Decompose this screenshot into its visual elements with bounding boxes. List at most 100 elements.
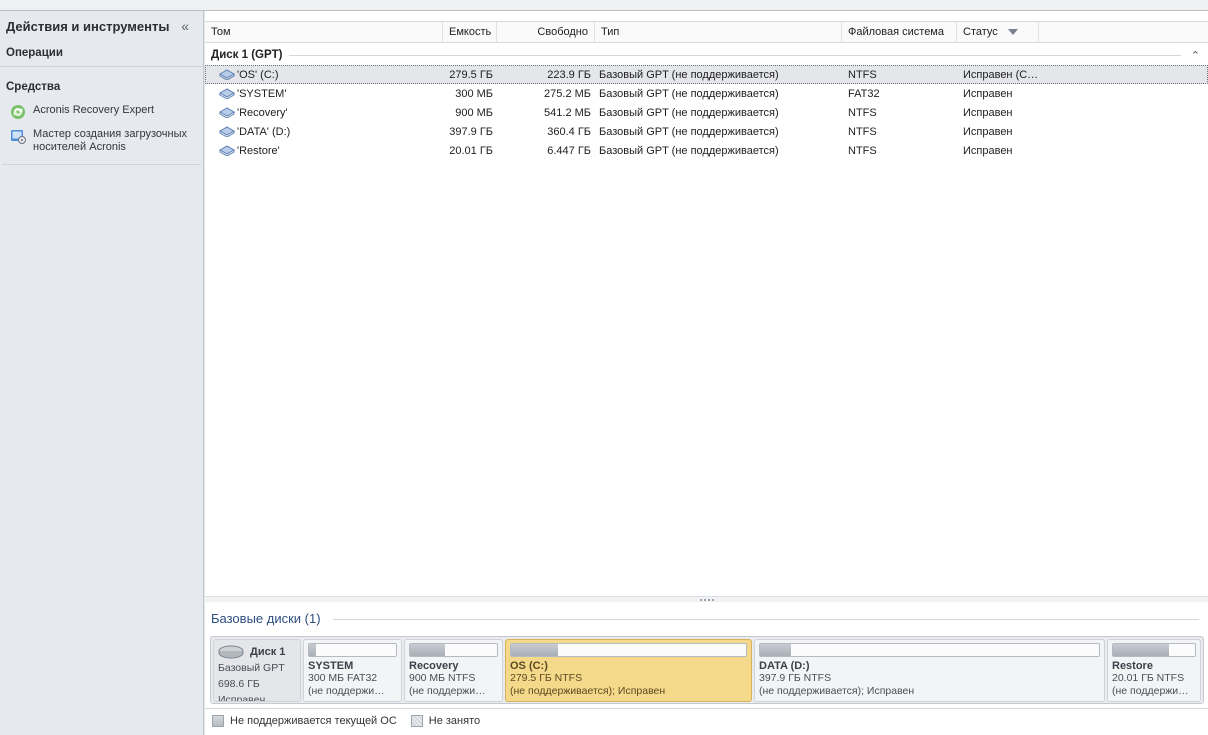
collapse-group-icon[interactable]: ⌃ xyxy=(1191,49,1200,62)
partition-tile-os[interactable]: OS (C:) 279.5 ГБ NTFS (не поддерживается… xyxy=(505,639,752,702)
main-pane: Том Емкость Свободно Тип Файловая систем… xyxy=(205,11,1208,735)
capacity-cell: 300 МБ xyxy=(455,87,493,100)
volume-icon xyxy=(219,88,235,99)
disk-status: Исправен xyxy=(218,694,266,702)
type-cell: Базовый GPT (не поддерживается) xyxy=(599,87,779,100)
capacity-cell: 397.9 ГБ xyxy=(449,125,493,138)
unsupported-swatch-icon xyxy=(212,714,224,727)
partition-status: (не поддержи… xyxy=(409,685,486,697)
free-cell: 541.2 МБ xyxy=(544,106,591,119)
volume-name: 'Restore' xyxy=(237,144,280,157)
column-header-free[interactable]: Свободно xyxy=(497,22,595,43)
status-cell: Исправен xyxy=(963,106,1013,119)
partition-usage-bar xyxy=(759,643,1100,657)
partition-status: (не поддерживается); Исправен xyxy=(759,685,915,697)
table-row[interactable]: 'Recovery' 900 МБ 541.2 МБ Базовый GPT (… xyxy=(205,103,1208,122)
filesystem-cell: NTFS xyxy=(848,106,877,119)
volume-name: 'DATA' (D:) xyxy=(237,125,291,138)
partition-usage-fill xyxy=(760,644,791,656)
partition-usage-bar xyxy=(510,643,747,657)
sidebar-item-bootable-media[interactable]: Мастер создания загрузочных носителей Ac… xyxy=(0,124,203,158)
free-cell: 223.9 ГБ xyxy=(547,68,591,81)
actions-sidebar: Действия и инструменты « Операции Средст… xyxy=(0,11,204,735)
partition-size-fs: 900 МБ NTFS xyxy=(409,672,476,684)
filesystem-cell: NTFS xyxy=(848,68,877,81)
column-header-capacity[interactable]: Емкость xyxy=(443,22,497,43)
volume-cell: 'DATA' (D:) xyxy=(205,126,443,138)
partition-size-fs: 20.01 ГБ NTFS xyxy=(1112,672,1185,684)
volume-icon xyxy=(219,145,235,156)
capacity-cell: 900 МБ xyxy=(455,106,493,119)
disk-name: Диск 1 xyxy=(250,646,286,658)
status-cell: Исправен xyxy=(963,125,1013,138)
partition-usage-fill xyxy=(1113,644,1169,656)
table-row[interactable]: 'SYSTEM' 300 МБ 275.2 МБ Базовый GPT (не… xyxy=(205,84,1208,103)
partition-name: Recovery xyxy=(409,660,459,672)
filesystem-cell: NTFS xyxy=(848,125,877,138)
volume-cell: 'Recovery' xyxy=(205,107,443,119)
partition-usage-fill xyxy=(410,644,445,656)
partition-usage-bar xyxy=(308,643,397,657)
partition-usage-fill xyxy=(309,644,316,656)
status-cell: Исправен (С… xyxy=(963,68,1039,81)
disk-1-tile[interactable]: Диск 1 Базовый GPT 698.6 ГБ Исправен xyxy=(213,639,301,702)
partition-tile-restore[interactable]: Restore 20.01 ГБ NTFS (не поддержи… xyxy=(1107,639,1201,702)
partition-status: (не поддержи… xyxy=(308,685,385,697)
partition-tile-data[interactable]: DATA (D:) 397.9 ГБ NTFS (не поддерживает… xyxy=(754,639,1105,702)
hard-disk-icon xyxy=(218,645,244,659)
column-header-filesystem[interactable]: Файловая система xyxy=(842,22,957,43)
free-cell: 6.447 ГБ xyxy=(547,144,591,157)
sidebar-title: Действия и инструменты xyxy=(6,18,170,34)
column-header-status[interactable]: Статус xyxy=(957,22,1039,43)
status-cell: Исправен xyxy=(963,87,1013,100)
free-space-swatch-icon xyxy=(410,714,423,727)
volume-cell: 'SYSTEM' xyxy=(205,88,443,100)
volume-icon xyxy=(219,107,235,118)
capacity-cell: 20.01 ГБ xyxy=(449,144,493,157)
disk-group-header[interactable]: Диск 1 (GPT) ⌃ xyxy=(205,46,1208,64)
column-header-status-label: Статус xyxy=(963,26,998,38)
type-cell: Базовый GPT (не поддерживается) xyxy=(599,68,779,81)
partition-status: (не поддерживается); Исправен xyxy=(510,685,666,697)
basic-disks-title: Базовые диски (1) xyxy=(211,611,321,626)
sidebar-divider xyxy=(2,164,201,165)
column-header-volume[interactable]: Том xyxy=(205,22,443,43)
partition-name: OS (C:) xyxy=(510,660,548,672)
filesystem-cell: NTFS xyxy=(848,144,877,157)
partition-tile-system[interactable]: SYSTEM 300 МБ FAT32 (не поддержи… xyxy=(303,639,402,702)
partition-name: Restore xyxy=(1112,660,1153,672)
legend-free: Не занято xyxy=(410,714,480,727)
filesystem-cell: FAT32 xyxy=(848,87,880,100)
partition-name: SYSTEM xyxy=(308,660,354,672)
legend-unsupported-label: Не поддерживается текущей ОС xyxy=(230,714,397,727)
pane-splitter[interactable] xyxy=(205,596,1208,602)
table-row[interactable]: 'Restore' 20.01 ГБ 6.447 ГБ Базовый GPT … xyxy=(205,141,1208,160)
partition-tile-recovery[interactable]: Recovery 900 МБ NTFS (не поддержи… xyxy=(404,639,503,702)
disk-type: Базовый GPT xyxy=(218,662,285,674)
sidebar-item-recovery-expert[interactable]: Acronis Recovery Expert xyxy=(0,100,203,124)
column-header-type[interactable]: Тип xyxy=(595,22,842,43)
top-strip xyxy=(0,0,1208,11)
group-divider xyxy=(288,54,1181,56)
volume-list: 'OS' (C:) 279.5 ГБ 223.9 ГБ Базовый GPT … xyxy=(205,65,1208,160)
type-cell: Базовый GPT (не поддерживается) xyxy=(599,106,779,119)
section-operations[interactable]: Операции xyxy=(0,41,203,67)
partition-size-fs: 300 МБ FAT32 xyxy=(308,672,378,684)
volume-icon xyxy=(219,126,235,137)
splitter-grip-icon xyxy=(699,598,714,601)
recovery-expert-icon xyxy=(11,105,25,119)
table-row[interactable]: 'DATA' (D:) 397.9 ГБ 360.4 ГБ Базовый GP… xyxy=(205,122,1208,141)
volume-name: 'SYSTEM' xyxy=(237,87,287,100)
section-tools[interactable]: Средства xyxy=(0,75,203,100)
free-cell: 275.2 МБ xyxy=(544,87,591,100)
disk-tile-header: Диск 1 xyxy=(218,645,296,659)
table-row[interactable]: 'OS' (C:) 279.5 ГБ 223.9 ГБ Базовый GPT … xyxy=(205,65,1208,84)
sidebar-item-label: Мастер создания загрузочных носителей Ac… xyxy=(33,128,187,153)
partition-usage-bar xyxy=(1112,643,1196,657)
type-cell: Базовый GPT (не поддерживается) xyxy=(599,125,779,138)
sidebar-header: Действия и инструменты « xyxy=(0,11,203,41)
partition-size-fs: 397.9 ГБ NTFS xyxy=(759,672,832,684)
capacity-cell: 279.5 ГБ xyxy=(449,68,493,81)
collapse-sidebar-icon[interactable]: « xyxy=(181,18,189,34)
volume-cell: 'OS' (C:) xyxy=(205,69,443,81)
